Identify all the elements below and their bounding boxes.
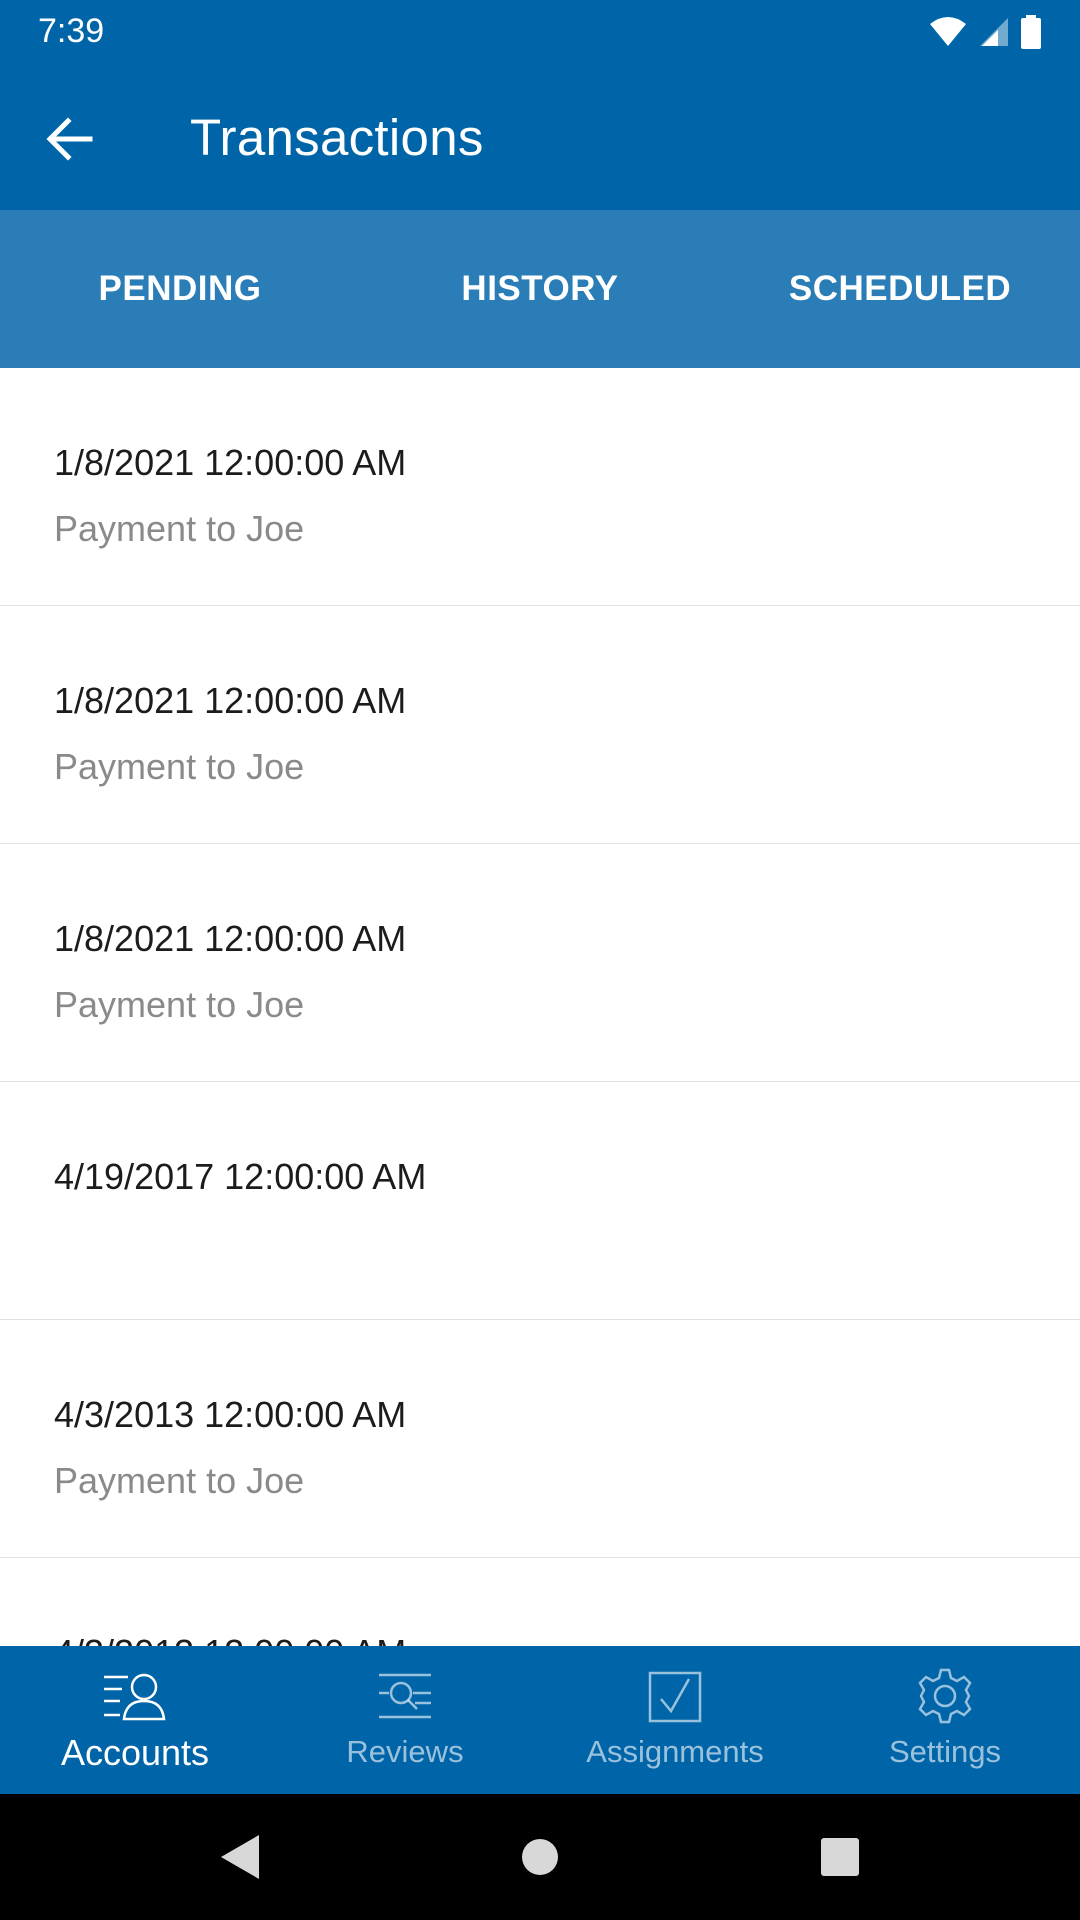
tab-pending[interactable]: PENDING — [0, 210, 360, 368]
transaction-description: Payment to Joe — [54, 1460, 305, 1501]
nav-label: Assignments — [586, 1734, 764, 1769]
settings-icon — [915, 1668, 975, 1724]
battery-icon — [1021, 15, 1041, 49]
system-back-button[interactable] — [90, 1794, 390, 1920]
transaction-row[interactable]: 4/19/2017 12:00:00 AM — [0, 1082, 1080, 1320]
nav-item-accounts[interactable]: Accounts — [0, 1646, 270, 1794]
app-bar: Transactions — [0, 64, 1080, 210]
accounts-icon — [102, 1668, 168, 1724]
status-time: 7:39 — [38, 12, 105, 50]
transaction-row[interactable]: 1/8/2021 12:00:00 AM Payment to Joe — [0, 844, 1080, 1082]
system-recents-button[interactable] — [690, 1794, 990, 1920]
transaction-row[interactable]: 1/8/2021 12:00:00 AM Payment to Joe — [0, 368, 1080, 606]
transaction-description: Payment to Joe — [54, 508, 305, 549]
arrow-left-icon — [46, 117, 93, 161]
triangle-back-icon — [221, 1835, 259, 1879]
wifi-icon — [930, 17, 966, 46]
transaction-date: 1/8/2021 12:00:00 AM — [54, 680, 407, 721]
nav-item-reviews[interactable]: Reviews — [270, 1646, 540, 1794]
transaction-description: Payment to Joe — [54, 746, 305, 787]
transactions-list[interactable]: 1/8/2021 12:00:00 AM Payment to Joe 1/8/… — [0, 368, 1080, 1646]
transaction-date: 4/3/2013 12:00:00 AM — [54, 1394, 407, 1435]
nav-item-settings[interactable]: Settings — [810, 1646, 1080, 1794]
page-title: Transactions — [190, 109, 484, 166]
transaction-date: 1/8/2021 12:00:00 AM — [54, 918, 407, 959]
tab-scheduled[interactable]: SCHEDULED — [720, 210, 1080, 368]
system-home-button[interactable] — [390, 1794, 690, 1920]
circle-home-icon — [522, 1839, 558, 1875]
transaction-date: 1/8/2021 12:00:00 AM — [54, 442, 407, 483]
cell-signal-icon — [980, 18, 1008, 46]
nav-label: Settings — [888, 1734, 1001, 1769]
transaction-date: 4/3/2013 12:00:00 AM — [54, 1632, 406, 1646]
transaction-row[interactable]: 4/3/2013 12:00:00 AM — [0, 1558, 1080, 1646]
square-recents-icon — [821, 1838, 859, 1876]
status-bar: 7:39 — [0, 0, 1080, 64]
assignments-icon — [647, 1668, 703, 1724]
transaction-date: 4/19/2017 12:00:00 AM — [54, 1156, 427, 1197]
back-button[interactable] — [30, 104, 110, 174]
transaction-row[interactable]: 4/3/2013 12:00:00 AM Payment to Joe — [0, 1320, 1080, 1558]
transaction-description: Payment to Joe — [54, 984, 305, 1025]
status-icons — [928, 14, 1042, 50]
bottom-nav: Accounts Reviews Assignments Settings — [0, 1646, 1080, 1794]
reviews-icon — [377, 1668, 433, 1724]
nav-label: Accounts — [60, 1732, 210, 1773]
transaction-row[interactable]: 1/8/2021 12:00:00 AM Payment to Joe — [0, 606, 1080, 844]
tab-bar: PENDING HISTORY SCHEDULED — [0, 210, 1080, 368]
nav-label: Reviews — [346, 1734, 464, 1769]
system-nav-bar — [0, 1794, 1080, 1920]
nav-item-assignments[interactable]: Assignments — [540, 1646, 810, 1794]
tab-history[interactable]: HISTORY — [360, 210, 720, 368]
